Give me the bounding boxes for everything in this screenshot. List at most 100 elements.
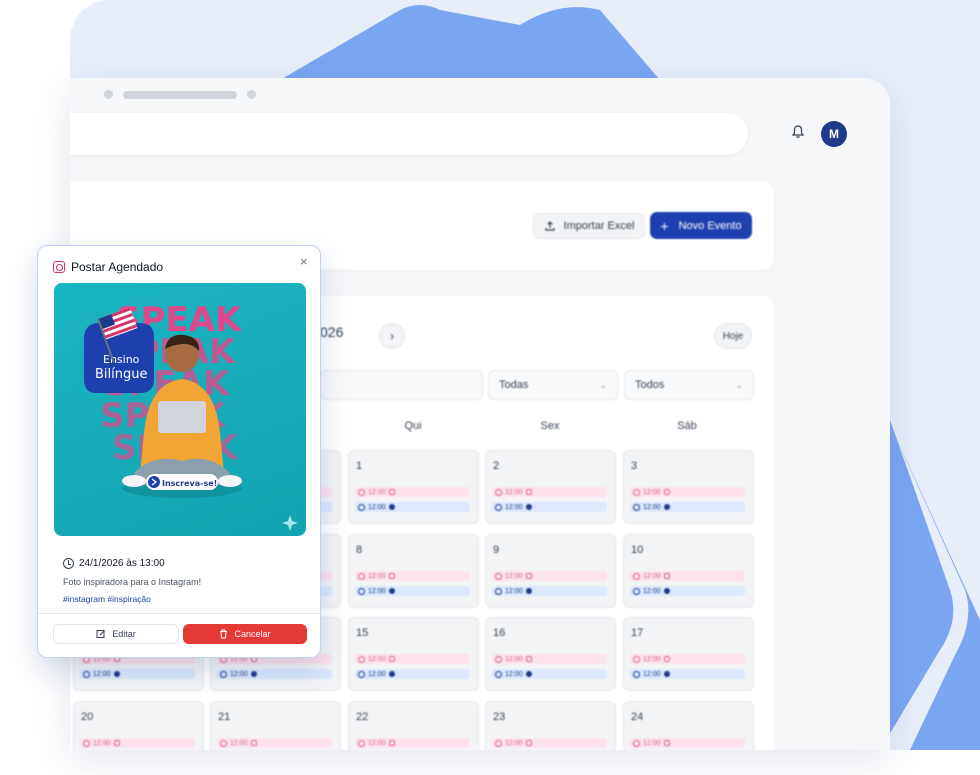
event-time: 12:00: [505, 655, 523, 663]
facebook-event-chip[interactable]: 12:00: [492, 502, 607, 512]
clock-icon: [495, 655, 502, 663]
month-label: 026: [320, 324, 344, 340]
facebook-event-chip[interactable]: 12:00: [217, 669, 332, 679]
calendar-day-cell[interactable]: 2 12:00 12:00: [485, 450, 616, 524]
edit-button[interactable]: Editar: [53, 624, 179, 644]
calendar-day-cell[interactable]: 17 12:00 12:00: [623, 617, 754, 691]
instagram-event-chip[interactable]: 12:00: [492, 571, 607, 581]
calendar-day-cell[interactable]: 2112:0012:00: [210, 701, 341, 750]
calendar-day-number: 15: [356, 627, 369, 639]
filter-network-value: Todos: [635, 379, 665, 391]
event-time: 12:00: [93, 670, 111, 678]
import-excel-button[interactable]: Importar Excel: [533, 213, 645, 239]
calendar-day-cell[interactable]: 16 12:00 12:00: [485, 617, 616, 691]
calendar-day-cell[interactable]: 15 12:00 12:00: [348, 617, 479, 691]
instagram-event-chip[interactable]: 12:00: [355, 487, 470, 497]
clock-icon: [495, 488, 502, 496]
facebook-icon: [113, 671, 120, 677]
upload-icon: [544, 221, 555, 231]
facebook-event-chip[interactable]: 12:00: [630, 502, 745, 512]
clock-icon: [358, 587, 365, 595]
calendar-day-cell[interactable]: 8 12:00 12:00: [348, 534, 479, 608]
clock-icon: [63, 558, 74, 569]
clock-icon: [495, 587, 502, 595]
new-event-button[interactable]: + Novo Evento: [650, 212, 752, 239]
instagram-event-chip[interactable]: 12:00: [355, 654, 470, 664]
event-time: 12:00: [368, 503, 386, 511]
clock-icon: [495, 503, 502, 511]
next-month-button[interactable]: ›: [379, 323, 405, 349]
facebook-event-chip[interactable]: 12:00: [492, 586, 607, 596]
facebook-event-chip[interactable]: 12:00: [492, 669, 607, 679]
instagram-event-chip[interactable]: 12:00: [630, 654, 745, 664]
clock-icon: [358, 503, 365, 511]
event-time: 12:00: [643, 488, 661, 496]
event-time: 12:00: [230, 670, 248, 678]
event-time: 12:00: [505, 670, 523, 678]
facebook-icon: [388, 504, 395, 510]
calendar-day-cell[interactable]: 1 12:00 12:00: [348, 450, 479, 524]
clock-icon: [83, 670, 90, 678]
instagram-icon: [388, 489, 395, 495]
calendar-day-cell[interactable]: 3 12:00 12:00: [623, 450, 754, 524]
today-button[interactable]: Hoje: [714, 323, 752, 349]
instagram-event-chip[interactable]: 12:00: [80, 738, 195, 748]
calendar-day-number: 23: [493, 711, 506, 723]
calendar-day-number: 20: [81, 711, 94, 723]
instagram-icon: [388, 740, 395, 746]
facebook-event-chip[interactable]: 12:00: [630, 586, 745, 596]
instagram-event-chip[interactable]: 12:00: [355, 571, 470, 581]
calendar-day-number: 10: [631, 544, 644, 556]
chevron-down-icon: ⌄: [599, 379, 607, 390]
instagram-event-chip[interactable]: 12:00: [630, 571, 745, 581]
calendar-day-cell[interactable]: 2212:0012:00: [348, 701, 479, 750]
facebook-event-chip[interactable]: 12:00: [355, 586, 470, 596]
filter-network-select[interactable]: Todos ⌄: [624, 370, 754, 400]
calendar-day-cell[interactable]: 2012:0012:00: [73, 701, 204, 750]
facebook-icon: [525, 671, 532, 677]
calendar-day-number: 1: [356, 460, 363, 472]
facebook-event-chip[interactable]: 12:00: [355, 669, 470, 679]
event-time: 12:00: [368, 670, 386, 678]
instagram-icon: [663, 489, 670, 495]
calendar-day-cell[interactable]: 9 12:00 12:00: [485, 534, 616, 608]
close-icon[interactable]: ×: [300, 254, 308, 269]
facebook-event-chip[interactable]: 12:00: [80, 669, 195, 679]
facebook-event-chip[interactable]: 12:00: [630, 669, 745, 679]
clock-icon: [83, 739, 90, 747]
calendar-day-number: 16: [493, 627, 506, 639]
filter-type-select[interactable]: Todas ⌄: [488, 370, 618, 400]
instagram-event-chip[interactable]: 12:00: [355, 738, 470, 748]
post-datetime: 24/1/2026 às 13:00: [79, 558, 165, 569]
day-name-fri: Sex: [540, 420, 560, 432]
instagram-event-chip[interactable]: 12:00: [492, 654, 607, 664]
svg-text:Ensino: Ensino: [103, 353, 140, 366]
post-image-preview[interactable]: SPEAK SPEAK SPEAK SPEAK SPEAK Ensino Bil…: [54, 283, 306, 536]
facebook-icon: [388, 671, 395, 677]
event-time: 12:00: [643, 503, 661, 511]
popup-divider: [38, 613, 320, 614]
calendar-day-cell[interactable]: 2312:0012:00: [485, 701, 616, 750]
facebook-icon: [663, 671, 670, 677]
event-time: 12:00: [505, 488, 523, 496]
trash-icon: [220, 629, 228, 639]
filter-search-input[interactable]: [320, 370, 483, 400]
instagram-event-chip[interactable]: 12:00: [630, 738, 745, 748]
facebook-icon: [663, 588, 670, 594]
instagram-event-chip[interactable]: 12:00: [217, 738, 332, 748]
event-time: 12:00: [368, 488, 386, 496]
calendar-day-cell[interactable]: 2412:0012:00: [623, 701, 754, 750]
calendar-day-cell[interactable]: 10 12:00 12:00: [623, 534, 754, 608]
facebook-icon: [525, 504, 532, 510]
facebook-event-chip[interactable]: 12:00: [355, 502, 470, 512]
cancel-button[interactable]: Cancelar: [183, 624, 307, 644]
clock-icon: [220, 670, 227, 678]
instagram-event-chip[interactable]: 12:00: [492, 487, 607, 497]
event-time: 12:00: [643, 655, 661, 663]
facebook-icon: [525, 588, 532, 594]
event-time: 12:00: [643, 587, 661, 595]
instagram-event-chip[interactable]: 12:00: [630, 487, 745, 497]
post-image: SPEAK SPEAK SPEAK SPEAK SPEAK Ensino Bil…: [84, 300, 298, 531]
calendar-day-number: 9: [493, 544, 500, 556]
instagram-event-chip[interactable]: 12:00: [492, 738, 607, 748]
